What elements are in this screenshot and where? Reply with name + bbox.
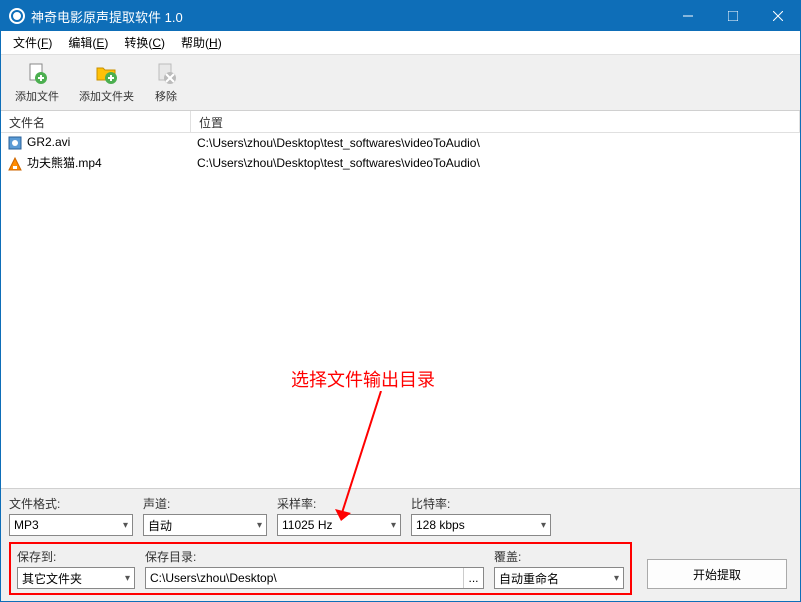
savedir-input[interactable]: C:\Users\zhou\Desktop\ ... bbox=[145, 567, 484, 589]
menu-help[interactable]: 帮助(H) bbox=[173, 32, 230, 53]
folder-plus-icon bbox=[95, 62, 119, 86]
col-location[interactable]: 位置 bbox=[191, 111, 800, 132]
overwrite-select[interactable]: 自动重命名 bbox=[494, 567, 624, 589]
add-file-button[interactable]: 添加文件 bbox=[9, 60, 65, 106]
list-item[interactable]: GR2.avi C:\Users\zhou\Desktop\test_softw… bbox=[1, 133, 800, 153]
saveto-select[interactable]: 其它文件夹 bbox=[17, 567, 135, 589]
add-folder-button[interactable]: 添加文件夹 bbox=[73, 60, 140, 106]
bottom-panel: 文件格式: MP3 声道: 自动 采样率: 11025 Hz 比特率: 128 … bbox=[1, 488, 800, 601]
channel-select[interactable]: 自动 bbox=[143, 514, 267, 536]
remove-button[interactable]: 移除 bbox=[148, 60, 184, 106]
titlebar: 神奇电影原声提取软件 1.0 bbox=[1, 1, 800, 31]
samplerate-label: 采样率: bbox=[277, 495, 401, 512]
remove-label: 移除 bbox=[155, 88, 177, 104]
path-cell: C:\Users\zhou\Desktop\test_softwares\vid… bbox=[191, 156, 800, 170]
avi-file-icon bbox=[7, 135, 23, 151]
remove-icon bbox=[154, 62, 178, 86]
app-icon bbox=[9, 8, 25, 24]
list-item[interactable]: 功夫熊猫.mp4 C:\Users\zhou\Desktop\test_soft… bbox=[1, 153, 800, 173]
samplerate-select[interactable]: 11025 Hz bbox=[277, 514, 401, 536]
add-file-label: 添加文件 bbox=[15, 88, 59, 104]
menu-edit[interactable]: 编辑(E) bbox=[60, 32, 116, 53]
app-window: 神奇电影原声提取软件 1.0 文件(F) 编辑(E) 转换(C) 帮助(H) 添… bbox=[0, 0, 801, 602]
saveto-label: 保存到: bbox=[17, 548, 135, 565]
savedir-label: 保存目录: bbox=[145, 548, 484, 565]
file-plus-icon bbox=[25, 62, 49, 86]
format-options-row: 文件格式: MP3 声道: 自动 采样率: 11025 Hz 比特率: 128 … bbox=[9, 495, 792, 536]
start-extract-button[interactable]: 开始提取 bbox=[647, 559, 787, 589]
col-filename[interactable]: 文件名 bbox=[1, 111, 191, 132]
minimize-button[interactable] bbox=[665, 1, 710, 31]
filename-cell: GR2.avi bbox=[1, 135, 191, 151]
bitrate-select[interactable]: 128 kbps bbox=[411, 514, 551, 536]
format-select[interactable]: MP3 bbox=[9, 514, 133, 536]
list-header: 文件名 位置 bbox=[1, 111, 800, 133]
mp4-file-icon bbox=[7, 156, 23, 172]
content-area: 文件名 位置 GR2.avi C:\Users\zhou\Desktop\tes… bbox=[1, 111, 800, 488]
toolbar: 添加文件 添加文件夹 移除 bbox=[1, 55, 800, 111]
menu-file[interactable]: 文件(F) bbox=[5, 32, 60, 53]
format-label: 文件格式: bbox=[9, 495, 133, 512]
file-list[interactable]: GR2.avi C:\Users\zhou\Desktop\test_softw… bbox=[1, 133, 800, 488]
browse-button[interactable]: ... bbox=[463, 568, 483, 588]
overwrite-label: 覆盖: bbox=[494, 548, 624, 565]
menu-convert[interactable]: 转换(C) bbox=[116, 32, 173, 53]
output-settings-box: 保存到: 其它文件夹 保存目录: C:\Users\zhou\Desktop\ … bbox=[9, 542, 632, 595]
window-title: 神奇电影原声提取软件 1.0 bbox=[31, 7, 665, 26]
bitrate-label: 比特率: bbox=[411, 495, 551, 512]
window-controls bbox=[665, 1, 800, 31]
channel-label: 声道: bbox=[143, 495, 267, 512]
filename-cell: 功夫熊猫.mp4 bbox=[1, 154, 191, 172]
path-cell: C:\Users\zhou\Desktop\test_softwares\vid… bbox=[191, 136, 800, 150]
close-button[interactable] bbox=[755, 1, 800, 31]
maximize-button[interactable] bbox=[710, 1, 755, 31]
add-folder-label: 添加文件夹 bbox=[79, 88, 134, 104]
savedir-text: C:\Users\zhou\Desktop\ bbox=[146, 571, 463, 585]
menubar: 文件(F) 编辑(E) 转换(C) 帮助(H) bbox=[1, 31, 800, 55]
